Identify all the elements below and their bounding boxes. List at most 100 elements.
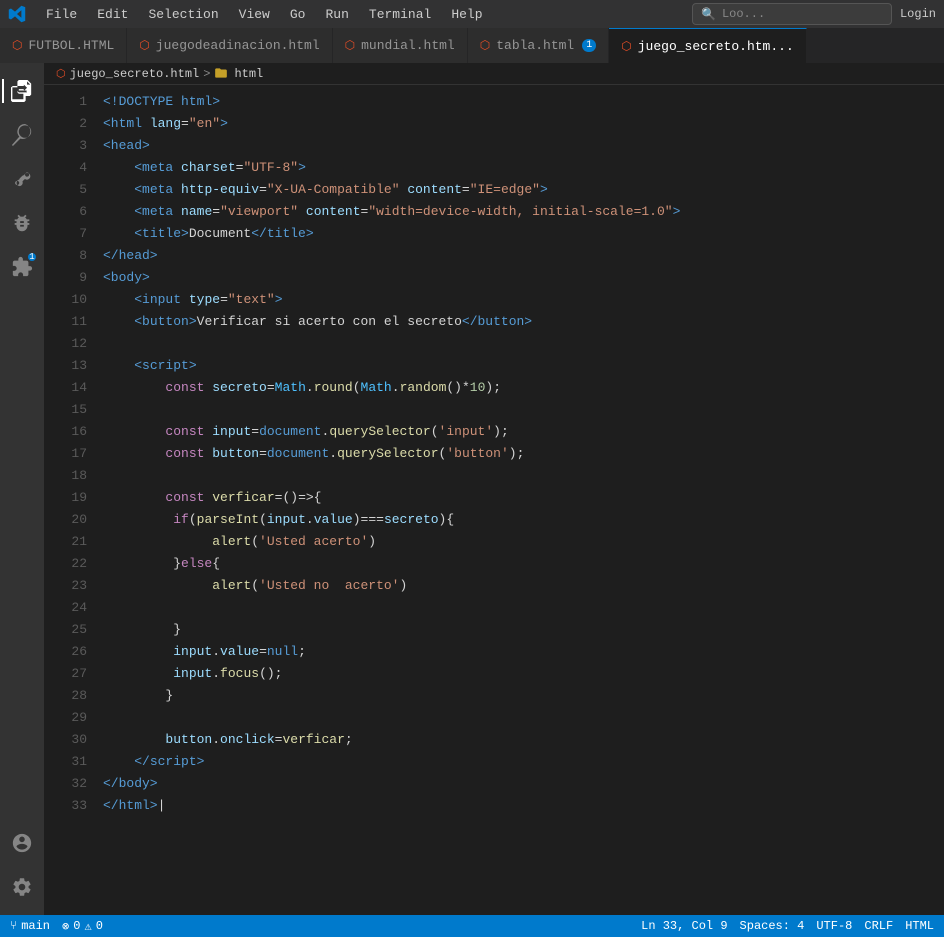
menu-file[interactable]: File	[38, 5, 85, 24]
activity-source-control[interactable]	[2, 159, 42, 199]
line-number: 9	[44, 267, 87, 289]
status-errors[interactable]: ⊗ 0 ⚠ 0	[62, 919, 103, 934]
tab-label: juego_secreto.htm...	[638, 39, 794, 54]
tab-label: mundial.html	[361, 38, 455, 53]
code-line: const button=document.querySelector('but…	[103, 443, 944, 465]
code-line: }	[103, 685, 944, 707]
tab-mundial[interactable]: ⬡ mundial.html	[333, 28, 468, 63]
html-icon: ⬡	[12, 38, 22, 53]
line-number: 8	[44, 245, 87, 267]
warning-icon: ⚠	[84, 919, 91, 934]
tab-juego[interactable]: ⬡ juegodeadinacion.html	[127, 28, 332, 63]
code-line	[103, 597, 944, 619]
status-line-col[interactable]: Ln 33, Col 9	[641, 919, 727, 933]
code-line: </body>	[103, 773, 944, 795]
line-numbers: 1234567891011121314151617181920212223242…	[44, 85, 99, 915]
line-number: 33	[44, 795, 87, 817]
line-number: 20	[44, 509, 87, 531]
line-number: 2	[44, 113, 87, 135]
html-icon: ⬡	[345, 38, 355, 53]
line-number: 32	[44, 773, 87, 795]
tab-futbol[interactable]: ⬡ FUTBOL.HTML	[0, 28, 127, 63]
tab-label: FUTBOL.HTML	[28, 38, 114, 53]
line-number: 23	[44, 575, 87, 597]
breadcrumb: ⬡ juego_secreto.html > html	[44, 63, 944, 85]
menu-go[interactable]: Go	[282, 5, 314, 24]
line-number: 27	[44, 663, 87, 685]
editor-area: ⬡ juego_secreto.html > html 123456789101…	[44, 63, 944, 915]
code-line: <head>	[103, 135, 944, 157]
activity-search[interactable]	[2, 115, 42, 155]
global-search-box[interactable]: 🔍 Loo...	[692, 3, 892, 25]
code-line: <!DOCTYPE html>	[103, 91, 944, 113]
line-number: 11	[44, 311, 87, 333]
code-line: <body>	[103, 267, 944, 289]
code-line: </html>|	[103, 795, 944, 817]
tab-juego-secreto[interactable]: ⬡ juego_secreto.htm...	[609, 28, 807, 63]
line-number: 7	[44, 223, 87, 245]
breadcrumb-separator: >	[203, 67, 210, 81]
menu-edit[interactable]: Edit	[89, 5, 136, 24]
code-line: <html lang="en">	[103, 113, 944, 135]
code-line	[103, 333, 944, 355]
activity-debug[interactable]	[2, 203, 42, 243]
line-number: 3	[44, 135, 87, 157]
code-editor[interactable]: 1234567891011121314151617181920212223242…	[44, 85, 944, 915]
activity-account[interactable]	[2, 823, 42, 863]
menu-view[interactable]: View	[231, 5, 278, 24]
code-line: alert('Usted acerto')	[103, 531, 944, 553]
activity-bottom	[2, 823, 42, 907]
code-line: const verficar=()=>{	[103, 487, 944, 509]
code-line: if(parseInt(input.value)===secreto){	[103, 509, 944, 531]
breadcrumb-folder-icon	[214, 66, 230, 80]
line-number: 14	[44, 377, 87, 399]
breadcrumb-folder-name: html	[234, 67, 263, 81]
code-line	[103, 465, 944, 487]
line-number: 24	[44, 597, 87, 619]
line-number: 25	[44, 619, 87, 641]
menu-terminal[interactable]: Terminal	[361, 5, 439, 24]
line-number: 12	[44, 333, 87, 355]
line-number: 31	[44, 751, 87, 773]
code-line: </script>	[103, 751, 944, 773]
code-line: alert('Usted no acerto')	[103, 575, 944, 597]
menu-run[interactable]: Run	[317, 5, 356, 24]
code-line: input.value=null;	[103, 641, 944, 663]
activity-settings[interactable]	[2, 867, 42, 907]
tab-tabla[interactable]: ⬡ tabla.html 1	[468, 28, 610, 63]
status-bar: ⑂ main ⊗ 0 ⚠ 0 Ln 33, Col 9 Spaces: 4 UT…	[0, 915, 944, 937]
code-line: <meta name="viewport" content="width=dev…	[103, 201, 944, 223]
code-line: <meta charset="UTF-8">	[103, 157, 944, 179]
activity-extensions[interactable]: 1	[2, 247, 42, 287]
code-line: <meta http-equiv="X-UA-Compatible" conte…	[103, 179, 944, 201]
activity-explorer[interactable]	[2, 71, 42, 111]
line-number: 10	[44, 289, 87, 311]
status-encoding[interactable]: UTF-8	[816, 919, 852, 933]
error-icon: ⊗	[62, 919, 69, 934]
status-branch[interactable]: ⑂ main	[10, 919, 50, 933]
line-number: 30	[44, 729, 87, 751]
line-number: 16	[44, 421, 87, 443]
code-line	[103, 707, 944, 729]
status-eol[interactable]: CRLF	[864, 919, 893, 933]
menu-help[interactable]: Help	[443, 5, 490, 24]
code-line: }	[103, 619, 944, 641]
menu-selection[interactable]: Selection	[140, 5, 226, 24]
code-line: const input=document.querySelector('inpu…	[103, 421, 944, 443]
login-button[interactable]: Login	[900, 7, 936, 21]
code-line: input.focus();	[103, 663, 944, 685]
line-number: 15	[44, 399, 87, 421]
breadcrumb-file-icon: ⬡	[56, 67, 66, 81]
line-number: 4	[44, 157, 87, 179]
line-number: 21	[44, 531, 87, 553]
code-line	[103, 399, 944, 421]
menu-bar: File Edit Selection View Go Run Terminal…	[38, 5, 491, 24]
status-language[interactable]: HTML	[905, 919, 934, 933]
breadcrumb-file: juego_secreto.html	[70, 67, 200, 81]
code-line: const secreto=Math.round(Math.random()*1…	[103, 377, 944, 399]
status-spaces[interactable]: Spaces: 4	[740, 919, 805, 933]
tab-badge: 1	[582, 39, 596, 52]
code-content[interactable]: <!DOCTYPE html><html lang="en"><head> <m…	[99, 85, 944, 915]
git-branch-icon: ⑂	[10, 919, 17, 933]
code-line: </head>	[103, 245, 944, 267]
